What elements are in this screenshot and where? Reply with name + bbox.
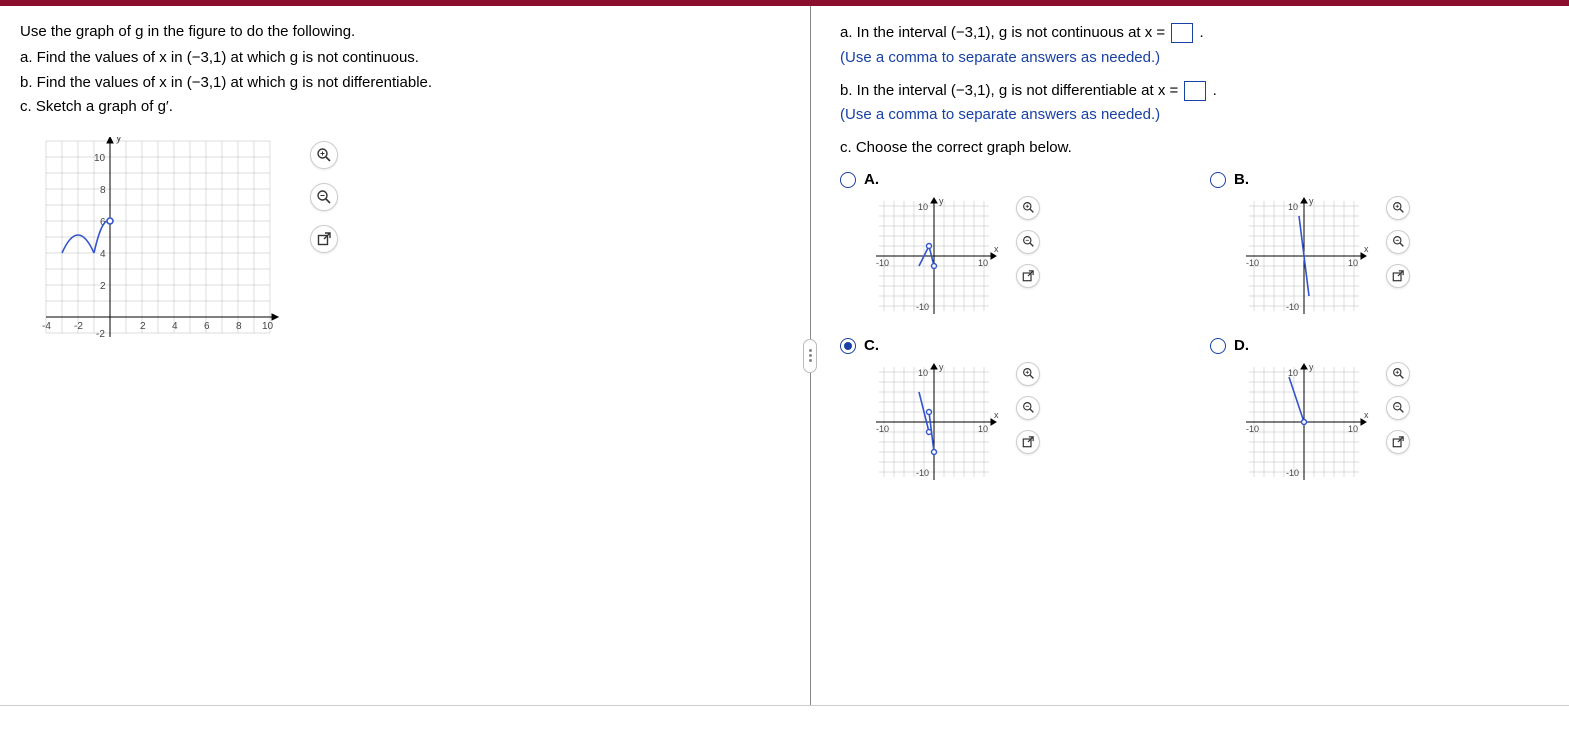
mini-graph-D: -10 10 10 -10 x y [1234, 362, 1374, 482]
svg-text:2: 2 [100, 281, 106, 292]
svg-text:-10: -10 [916, 468, 929, 478]
svg-text:10: 10 [1288, 202, 1298, 212]
choice-D-zoom-out-icon[interactable] [1386, 396, 1410, 420]
svg-text:10: 10 [1348, 424, 1358, 434]
question-a: a. Find the values of x in (−3,1) at whi… [20, 48, 780, 68]
svg-text:-10: -10 [1246, 424, 1259, 434]
svg-text:10: 10 [262, 321, 274, 332]
choice-B-zoom-in-icon[interactable] [1386, 196, 1410, 220]
svg-text:-2: -2 [74, 321, 83, 332]
content-area: Use the graph of g in the figure to do t… [0, 6, 1569, 706]
choice-C-label: C. [864, 337, 1040, 354]
svg-text:6: 6 [204, 321, 210, 332]
svg-text:y: y [1309, 362, 1314, 372]
svg-text:10: 10 [94, 153, 106, 164]
answer-b-text: b. In the interval (−3,1), g is not diff… [840, 82, 1178, 99]
choice-A-label: A. [864, 171, 1040, 188]
svg-text:4: 4 [100, 249, 106, 260]
answer-a-input[interactable] [1171, 23, 1193, 43]
choice-A-zoom-in-icon[interactable] [1016, 196, 1040, 220]
choice-D-label: D. [1234, 337, 1410, 354]
choice-D: D. [1210, 336, 1540, 482]
zoom-in-icon[interactable] [310, 141, 338, 169]
svg-text:2: 2 [140, 321, 146, 332]
main-graph: -4 -2 2 4 6 8 10 -2 2 4 6 8 10 x [20, 137, 280, 357]
choice-B: B. [1210, 170, 1540, 316]
choice-B-zoom-out-icon[interactable] [1386, 230, 1410, 254]
choice-A: A. [840, 170, 1170, 316]
svg-text:x: x [994, 244, 999, 254]
choice-D-popout-icon[interactable] [1386, 430, 1410, 454]
choice-B-popout-icon[interactable] [1386, 264, 1410, 288]
answer-a-hint: (Use a comma to separate answers as need… [840, 49, 1549, 66]
svg-text:-10: -10 [916, 302, 929, 312]
svg-text:10: 10 [1348, 258, 1358, 268]
choice-C-zoom-in-icon[interactable] [1016, 362, 1040, 386]
svg-text:-10: -10 [1286, 468, 1299, 478]
popout-icon[interactable] [310, 225, 338, 253]
svg-text:-2: -2 [96, 329, 105, 340]
choice-C-zoom-out-icon[interactable] [1016, 396, 1040, 420]
question-b: b. Find the values of x in (−3,1) at whi… [20, 73, 780, 93]
radio-A[interactable] [840, 172, 856, 188]
svg-text:10: 10 [918, 368, 928, 378]
answer-a-text: a. In the interval (−3,1), g is not cont… [840, 24, 1165, 41]
mini-graph-B: -10 10 10 -10 x y [1234, 196, 1374, 316]
zoom-out-icon[interactable] [310, 183, 338, 211]
answer-b-line: b. In the interval (−3,1), g is not diff… [840, 80, 1549, 103]
answer-a-period: . [1200, 24, 1204, 41]
choice-C: C. [840, 336, 1170, 482]
panel-divider [800, 6, 820, 705]
svg-text:y: y [116, 137, 122, 144]
radio-B[interactable] [1210, 172, 1226, 188]
choice-B-label: B. [1234, 171, 1410, 188]
question-c: c. Sketch a graph of g′. [20, 97, 780, 117]
answer-a-line: a. In the interval (−3,1), g is not cont… [840, 22, 1549, 45]
svg-text:10: 10 [918, 202, 928, 212]
svg-text:-10: -10 [1286, 302, 1299, 312]
svg-text:10: 10 [978, 258, 988, 268]
answer-b-period: . [1213, 82, 1217, 99]
choice-A-zoom-out-icon[interactable] [1016, 230, 1040, 254]
svg-text:-4: -4 [42, 321, 51, 332]
svg-text:x: x [994, 410, 999, 420]
answer-b-hint: (Use a comma to separate answers as need… [840, 106, 1549, 123]
choices-grid: A. [840, 170, 1540, 482]
svg-text:x: x [1364, 244, 1369, 254]
radio-D[interactable] [1210, 338, 1226, 354]
question-text: Use the graph of g in the figure to do t… [20, 22, 780, 117]
divider-handle[interactable] [803, 339, 817, 373]
svg-text:8: 8 [236, 321, 242, 332]
svg-text:10: 10 [978, 424, 988, 434]
svg-text:y: y [939, 196, 944, 206]
choice-A-popout-icon[interactable] [1016, 264, 1040, 288]
svg-text:x: x [1364, 410, 1369, 420]
svg-text:-10: -10 [876, 424, 889, 434]
mini-graph-C: -10 10 10 -10 x y [864, 362, 1004, 482]
answer-panel: a. In the interval (−3,1), g is not cont… [820, 6, 1569, 705]
svg-text:y: y [1309, 196, 1314, 206]
graph-tool-column [310, 141, 338, 253]
svg-text:10: 10 [1288, 368, 1298, 378]
answer-c-text: c. Choose the correct graph below. [840, 137, 1549, 160]
mini-graph-A: -10 10 10 -10 x y [864, 196, 1004, 316]
choice-C-popout-icon[interactable] [1016, 430, 1040, 454]
svg-text:8: 8 [100, 185, 106, 196]
svg-text:-10: -10 [876, 258, 889, 268]
svg-text:-10: -10 [1246, 258, 1259, 268]
svg-text:y: y [939, 362, 944, 372]
svg-text:4: 4 [172, 321, 178, 332]
main-graph-area: -4 -2 2 4 6 8 10 -2 2 4 6 8 10 x [20, 137, 780, 357]
question-intro: Use the graph of g in the figure to do t… [20, 22, 780, 42]
question-panel: Use the graph of g in the figure to do t… [0, 6, 800, 705]
choice-D-zoom-in-icon[interactable] [1386, 362, 1410, 386]
answer-b-input[interactable] [1184, 81, 1206, 101]
radio-C[interactable] [840, 338, 856, 354]
